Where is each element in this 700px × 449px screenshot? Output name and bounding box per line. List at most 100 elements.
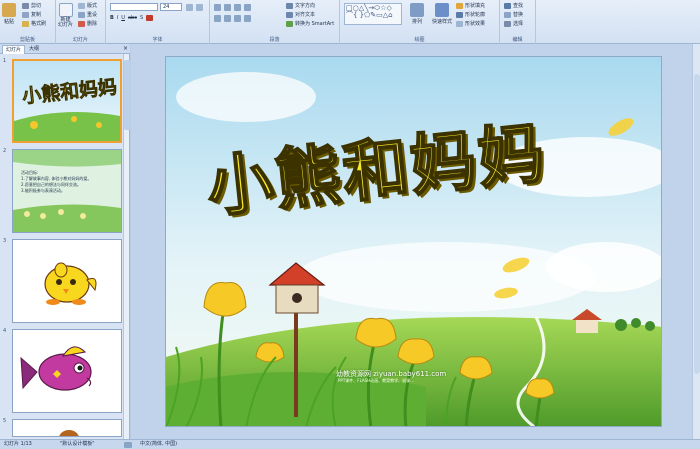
underline-icon[interactable]: U [121,15,125,21]
align-right-icon[interactable] [234,15,241,22]
align-center-icon[interactable] [224,15,231,22]
slides-group-label: 幻灯片 [72,37,88,43]
layout-icon [78,2,85,9]
theme-name: "默认设计模板" [60,441,95,447]
slide-number: 3 [3,238,7,244]
paste-button[interactable]: 粘贴 [2,3,16,25]
slide-thumbnail-4[interactable]: 4 [2,328,124,416]
copy-icon [22,11,29,18]
strike-icon[interactable]: abc [128,15,137,21]
quick-styles-icon [435,3,449,17]
editor-scroll-thumb[interactable] [694,74,700,374]
slide-thumbnail-5[interactable]: 5 [2,418,124,438]
paste-icon [2,3,16,17]
thumbnail-image [12,419,122,437]
select-button[interactable]: 选择 [504,20,523,27]
spellcheck-icon[interactable] [124,442,132,448]
align-text-icon [286,11,293,18]
slide-editor: 小熊和妈妈 幼教资源网 ziyuan.baby611.com PPT课件、FLA… [131,44,700,439]
numbering-icon[interactable] [224,4,231,11]
arrange-button[interactable]: 排列 [410,3,424,25]
quick-styles-button[interactable]: 快速样式 [432,3,452,25]
align-left-icon[interactable] [214,15,221,22]
layout-button[interactable]: 版式 [78,2,97,9]
thumbnail-image [12,239,122,323]
effects-icon [456,20,463,27]
text-direction-button[interactable]: 文字方向 [286,2,315,9]
bullets-icon[interactable] [214,4,221,11]
status-bar: 幻灯片 1/13 "默认设计模板" 中文(简体, 中国) [0,439,700,449]
shape-outline-button[interactable]: 形状轮廓 [456,11,485,18]
find-button[interactable]: 查找 [504,2,523,9]
shape-fill-button[interactable]: 形状填充 [456,2,485,9]
font-family-field[interactable] [110,3,158,11]
thumbnail-image [12,329,122,413]
current-slide[interactable]: 小熊和妈妈 幼教资源网 ziyuan.baby611.com PPT课件、FLA… [165,56,662,427]
powerpoint-window: 粘贴 剪切 复制 格式刷 剪贴板 新建 幻灯片 版式 重设 删除 幻灯片 24 … [0,0,700,449]
slide-position: 幻灯片 1/13 [4,441,32,447]
editor-scrollbar[interactable] [692,44,700,439]
format-painter-button[interactable]: 格式刷 [22,20,46,27]
justify-icon[interactable] [244,15,251,22]
increase-indent-icon[interactable] [244,4,251,11]
shapes-gallery[interactable]: □○△╲→⬭☆◇ ⌒{ }⬠✎▭△⌂ [344,3,402,25]
slide-thumbnail-1[interactable]: 1 小熊和妈妈 [2,58,124,146]
slides-group: 新建 幻灯片 版式 重设 删除 幻灯片 [56,0,106,44]
delete-icon [78,20,85,27]
smartart-icon [286,20,293,27]
slide-thumbnail-3[interactable]: 3 [2,238,124,326]
drawing-group-label: 绘图 [414,37,425,43]
grow-font-icon[interactable] [186,4,193,11]
thumb-5-art [59,430,79,436]
language: 中文(简体, 中国) [140,441,178,447]
new-slide-button[interactable]: 新建 幻灯片 [58,3,73,28]
tab-outline[interactable]: 大纲 [26,45,42,54]
bold-icon[interactable]: B [110,15,114,21]
paragraph-group: 文字方向 对齐文本 转换为 SmartArt 段落 [210,0,340,44]
arrange-icon [410,3,424,17]
slide-number: 4 [3,328,7,334]
fish-illustration [20,346,92,391]
slide-number: 5 [3,418,7,424]
new-slide-icon [58,3,73,17]
smartart-button[interactable]: 转换为 SmartArt [286,20,334,27]
panel-tabs: 幻灯片 大纲 × [0,44,130,54]
copy-button[interactable]: 复制 [22,11,41,18]
cut-button[interactable]: 剪切 [22,2,41,9]
drawing-group: □○△╲→⬭☆◇ ⌒{ }⬠✎▭△⌂ 排列 快速样式 形状填充 形状轮廓 形状效果… [340,0,500,44]
thumbnail-text: 活动目标: 1.了解故事内容, 体验小熊对妈妈的爱。 2.愿意把自己的想法与同伴… [21,170,92,193]
binoculars-icon [504,2,511,9]
font-color-icon[interactable] [146,15,154,21]
shape-effects-button[interactable]: 形状效果 [456,20,485,27]
fill-bucket-icon [456,2,463,9]
font-group-label: 字体 [152,37,163,43]
replace-icon [504,11,511,18]
cursor-icon [504,20,511,27]
delete-slide-button[interactable]: 删除 [78,20,97,27]
scissors-icon [22,2,29,9]
editing-group: 查找 替换 选择 编辑 [500,0,536,44]
close-icon[interactable]: × [123,45,128,52]
shrink-font-icon[interactable] [196,4,203,11]
align-text-button[interactable]: 对齐文本 [286,11,315,18]
shadow-icon[interactable]: S [140,15,143,21]
tab-slides[interactable]: 幻灯片 [2,45,26,54]
italic-icon[interactable]: I [117,15,118,21]
clipboard-group-label: 剪贴板 [19,37,35,43]
slide-thumbnail-2[interactable]: 2 活动目标: 1.了解故事内容, 体验小熊对妈妈的爱。 2.愿意把自己的想法与… [2,148,124,236]
decrease-indent-icon[interactable] [234,4,241,11]
ribbon: 粘贴 剪切 复制 格式刷 剪贴板 新建 幻灯片 版式 重设 删除 幻灯片 24 … [0,0,700,44]
editing-group-label: 编辑 [512,37,523,43]
font-size-field[interactable]: 24 [160,3,182,11]
reset-button[interactable]: 重设 [78,11,97,18]
slides-panel: 幻灯片 大纲 × 1 小熊和妈妈 2 活动目标: 1.了解故事内容, 体验小熊对… [0,44,130,439]
font-style-toolbar: B I Uabc S [110,15,154,21]
panel-scrollbar[interactable] [123,54,130,439]
replace-button[interactable]: 替换 [504,11,523,18]
slide-number: 1 [3,58,7,64]
slide-number: 2 [3,148,7,154]
chick-illustration [44,262,97,305]
clipboard-group: 粘贴 剪切 复制 格式刷 剪贴板 [0,0,56,44]
panel-scroll-thumb[interactable] [124,60,130,130]
watermark-subtext: PPT课件、FLASH动画、教案教学、说课... [338,378,414,383]
